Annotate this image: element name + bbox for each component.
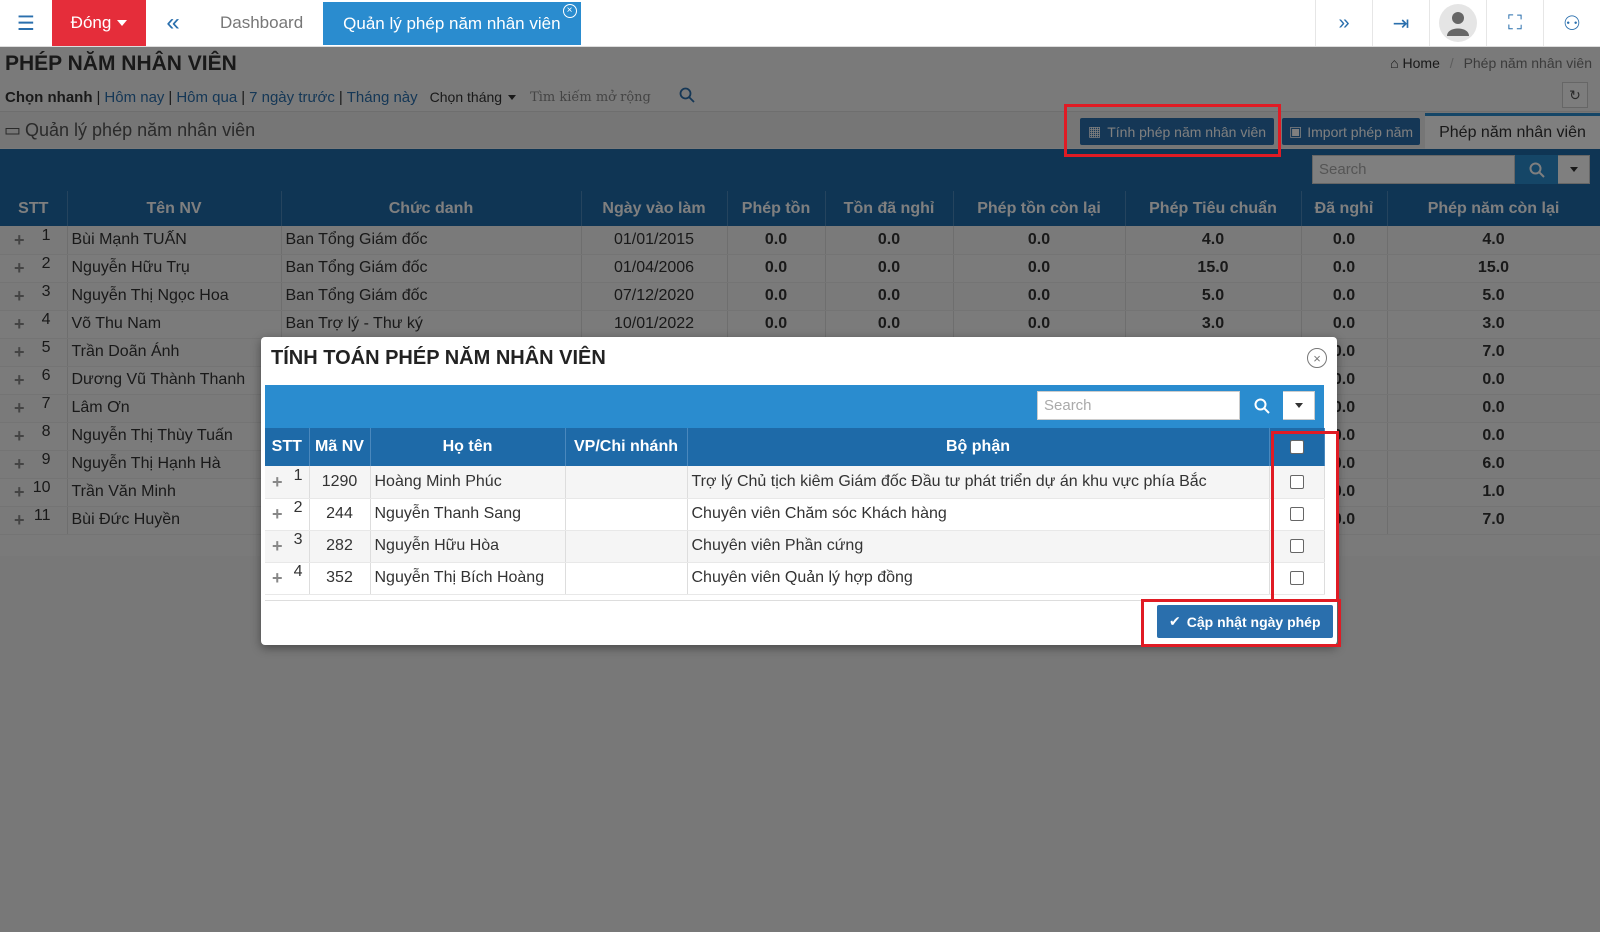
cell-branch	[565, 530, 688, 563]
cell-code: 352	[309, 562, 371, 595]
table-row[interactable]: +2 244 Nguyễn Thanh Sang Chuyên viên Chăm s…	[265, 498, 1325, 531]
cell-code: 282	[309, 530, 371, 563]
table-row[interactable]: +1 1290 Hoàng Minh Phúc Trợ lý Chủ tịch kiê…	[265, 466, 1325, 499]
caret-down-icon	[117, 20, 128, 26]
cell-branch	[565, 498, 688, 531]
cell-dept: Chuyên viên Quản lý hợp đồng	[687, 562, 1270, 595]
hamburger-menu-icon[interactable]: ☰	[0, 0, 52, 46]
highlight-checkbox-column	[1271, 431, 1339, 602]
sitemap-icon[interactable]: ⚇	[1543, 0, 1600, 46]
close-dropdown-label: Đóng	[70, 13, 112, 32]
row-stt-cell: +2	[265, 498, 310, 531]
table-row[interactable]: +3 282 Nguyễn Hữu Hòa Chuyên viên Phần cứng	[265, 530, 1325, 563]
modal-employee-table: STT Mã NV Họ tên VP/Chi nhánh Bộ phận +1…	[265, 428, 1325, 595]
expand-plus-icon[interactable]: +	[272, 531, 283, 561]
avatar	[1439, 4, 1477, 42]
modal-search-button[interactable]	[1240, 391, 1283, 420]
cell-dept: Trợ lý Chủ tịch kiêm Giám đốc Đầu tư phá…	[687, 466, 1270, 499]
expand-plus-icon[interactable]: +	[272, 563, 283, 593]
modal-grid-toolbar: Search	[265, 385, 1324, 428]
user-avatar-button[interactable]	[1429, 0, 1486, 46]
row-stt-cell: +3	[265, 530, 310, 563]
caret-down-icon	[1294, 403, 1303, 408]
double-chevron-right-icon[interactable]: »	[1315, 0, 1372, 46]
column-header[interactable]: Mã NV	[309, 428, 371, 466]
tab-dashboard[interactable]: Dashboard	[200, 0, 323, 46]
cell-name: Hoàng Minh Phúc	[370, 466, 566, 499]
tab-dashboard-label: Dashboard	[220, 13, 304, 32]
expand-plus-icon[interactable]: +	[272, 499, 283, 529]
column-header[interactable]: Bộ phận	[687, 428, 1270, 466]
column-header[interactable]: STT	[265, 428, 310, 466]
modal-search-input[interactable]: Search	[1037, 391, 1240, 420]
column-header[interactable]: Họ tên	[370, 428, 566, 466]
column-header[interactable]: VP/Chi nhánh	[565, 428, 688, 466]
cell-dept: Chuyên viên Chăm sóc Khách hàng	[687, 498, 1270, 531]
cell-name: Nguyễn Thanh Sang	[370, 498, 566, 531]
highlight-update-button	[1141, 599, 1341, 647]
row-stt-cell: +1	[265, 466, 310, 499]
modal-search: Search	[1037, 391, 1315, 420]
cell-code: 1290	[309, 466, 371, 499]
close-dropdown-button[interactable]: Đóng	[52, 0, 146, 46]
cell-name: Nguyễn Hữu Hòa	[370, 530, 566, 563]
table-header-row: STT Mã NV Họ tên VP/Chi nhánh Bộ phận	[265, 428, 1325, 466]
table-row[interactable]: +4 352 Nguyễn Thị Bích Hoàng Chuyên viên Qu…	[265, 562, 1325, 595]
person-icon	[1447, 12, 1469, 36]
search-icon	[1254, 398, 1270, 414]
fullscreen-icon[interactable]: ⛶	[1486, 0, 1543, 46]
row-stt: 4	[293, 563, 303, 580]
row-stt: 3	[293, 531, 303, 548]
tab-annual-leave-label: Quản lý phép năm nhân viên	[343, 13, 561, 33]
cell-name: Nguyễn Thị Bích Hoàng	[370, 562, 566, 595]
tab-annual-leave[interactable]: Quản lý phép năm nhân viên ×	[323, 2, 581, 45]
highlight-calc-button	[1064, 104, 1281, 157]
close-icon[interactable]: ×	[1307, 348, 1327, 368]
top-bar: ☰ Đóng « Dashboard Quản lý phép năm nhân…	[0, 0, 1600, 47]
cell-branch	[565, 562, 688, 595]
modal-search-options-dropdown[interactable]	[1283, 391, 1315, 420]
row-stt: 1	[293, 466, 303, 484]
cell-code: 244	[309, 498, 371, 531]
modal-title: TÍNH TOÁN PHÉP NĂM NHÂN VIÊN	[271, 347, 606, 369]
double-chevron-left-icon[interactable]: «	[146, 0, 200, 46]
row-stt: 2	[293, 499, 303, 516]
cell-branch	[565, 466, 688, 499]
row-stt-cell: +4	[265, 562, 310, 595]
tab-close-icon[interactable]: ×	[562, 4, 577, 18]
cell-dept: Chuyên viên Phần cứng	[687, 530, 1270, 563]
expand-plus-icon[interactable]: +	[272, 467, 283, 497]
logout-icon[interactable]: ⇥	[1372, 0, 1429, 46]
